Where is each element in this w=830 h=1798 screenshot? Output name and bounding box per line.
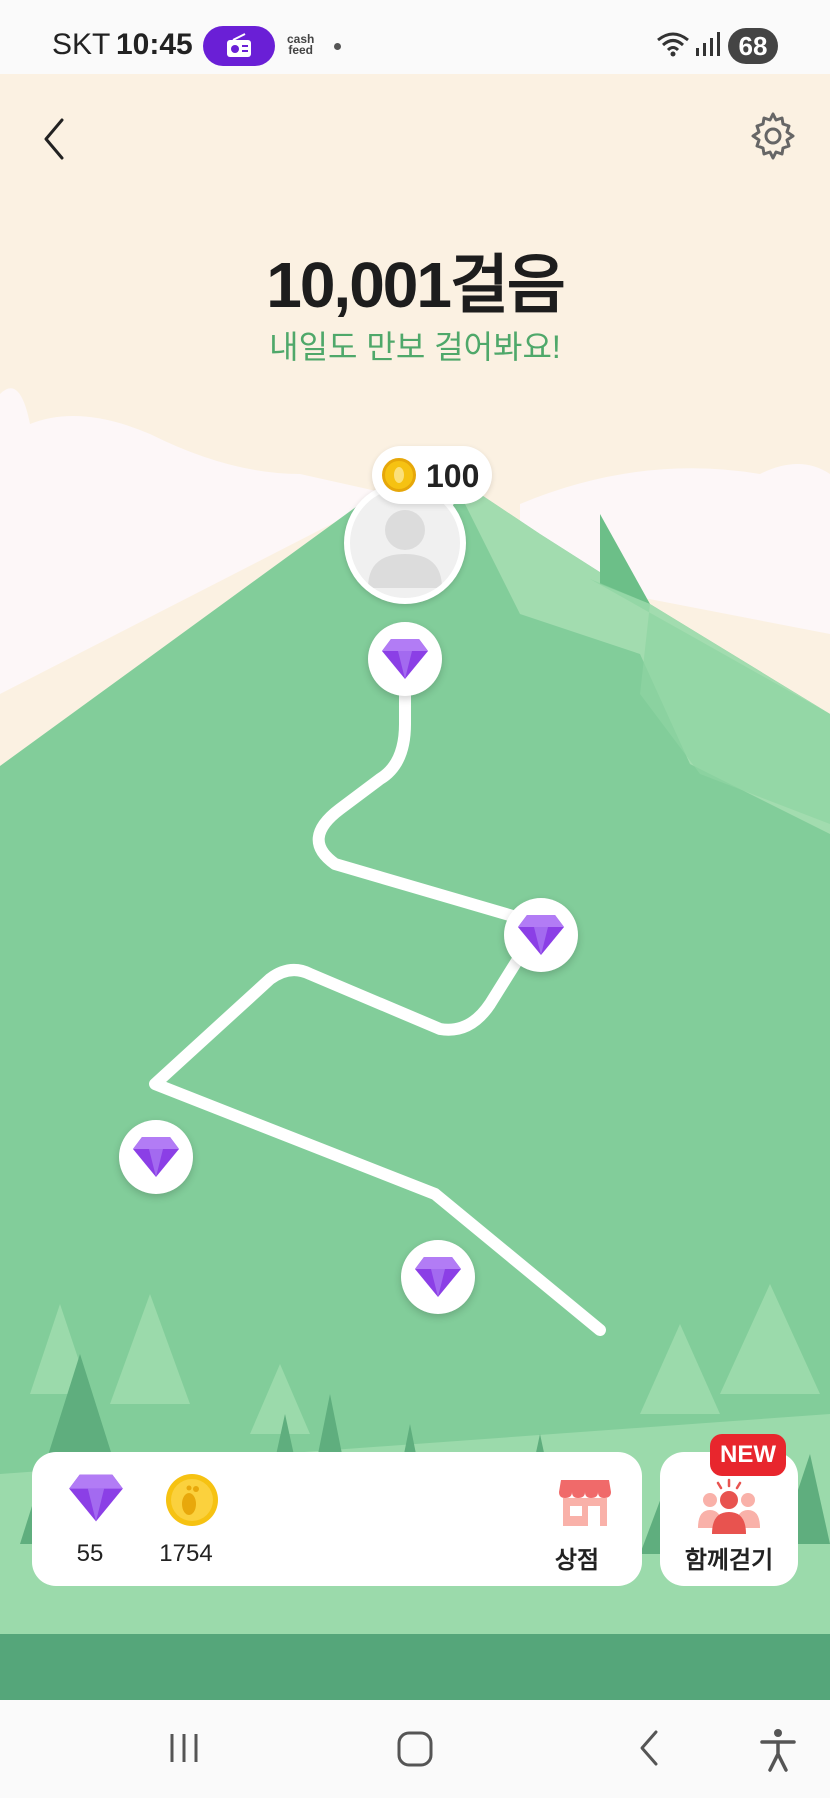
carrier-label: SKT xyxy=(52,28,111,61)
gem-node[interactable] xyxy=(401,1240,475,1314)
gem-icon xyxy=(133,1137,179,1177)
recent-apps-icon[interactable] xyxy=(164,1728,204,1768)
wifi-icon xyxy=(657,32,689,57)
signal-icon xyxy=(696,32,720,56)
status-bar: SKT 10:45 cash feed 68 xyxy=(0,0,830,74)
home-icon[interactable] xyxy=(394,1728,436,1770)
back-button[interactable] xyxy=(30,104,82,174)
more-notifications-dot xyxy=(334,43,341,50)
coin-balance[interactable]: 1754 xyxy=(146,1472,226,1567)
gem-count: 55 xyxy=(76,1540,104,1567)
encouragement-text: 내일도 만보 걸어봐요! xyxy=(269,329,561,365)
reward-amount: 100 xyxy=(426,458,480,494)
gem-node[interactable] xyxy=(368,622,442,696)
shop-icon[interactable] xyxy=(558,1476,612,1528)
group-walk-icon xyxy=(698,1478,760,1534)
gem-node[interactable] xyxy=(504,898,578,972)
settings-button[interactable] xyxy=(745,108,801,164)
coin-icon xyxy=(382,458,416,492)
coin-icon xyxy=(166,1474,218,1526)
battery-indicator: 68 xyxy=(728,28,778,64)
shop-button-label[interactable]: 상점 xyxy=(542,1540,612,1575)
gem-balance[interactable]: 55 xyxy=(50,1472,130,1567)
gem-icon xyxy=(518,915,564,955)
gem-node[interactable] xyxy=(119,1120,193,1194)
reward-bubble[interactable]: 100 xyxy=(372,446,492,504)
gem-icon xyxy=(382,639,428,679)
cashfeed-notification-icon: cash feed xyxy=(287,32,315,57)
back-icon[interactable] xyxy=(630,1728,670,1768)
wallet-card: 55 1754 상점 xyxy=(32,1452,642,1586)
coin-count: 1754 xyxy=(159,1540,213,1567)
system-nav-bar xyxy=(0,1700,830,1798)
radio-notification-icon xyxy=(203,26,275,66)
accessibility-icon[interactable] xyxy=(758,1728,798,1772)
walk-together-label: 함께걷기 xyxy=(684,1547,774,1574)
step-count: 10,001걸음 xyxy=(266,249,566,321)
clock: 10:45 xyxy=(116,28,193,61)
gem-icon xyxy=(415,1257,461,1297)
new-badge: NEW xyxy=(710,1434,786,1476)
gem-icon xyxy=(69,1474,123,1522)
